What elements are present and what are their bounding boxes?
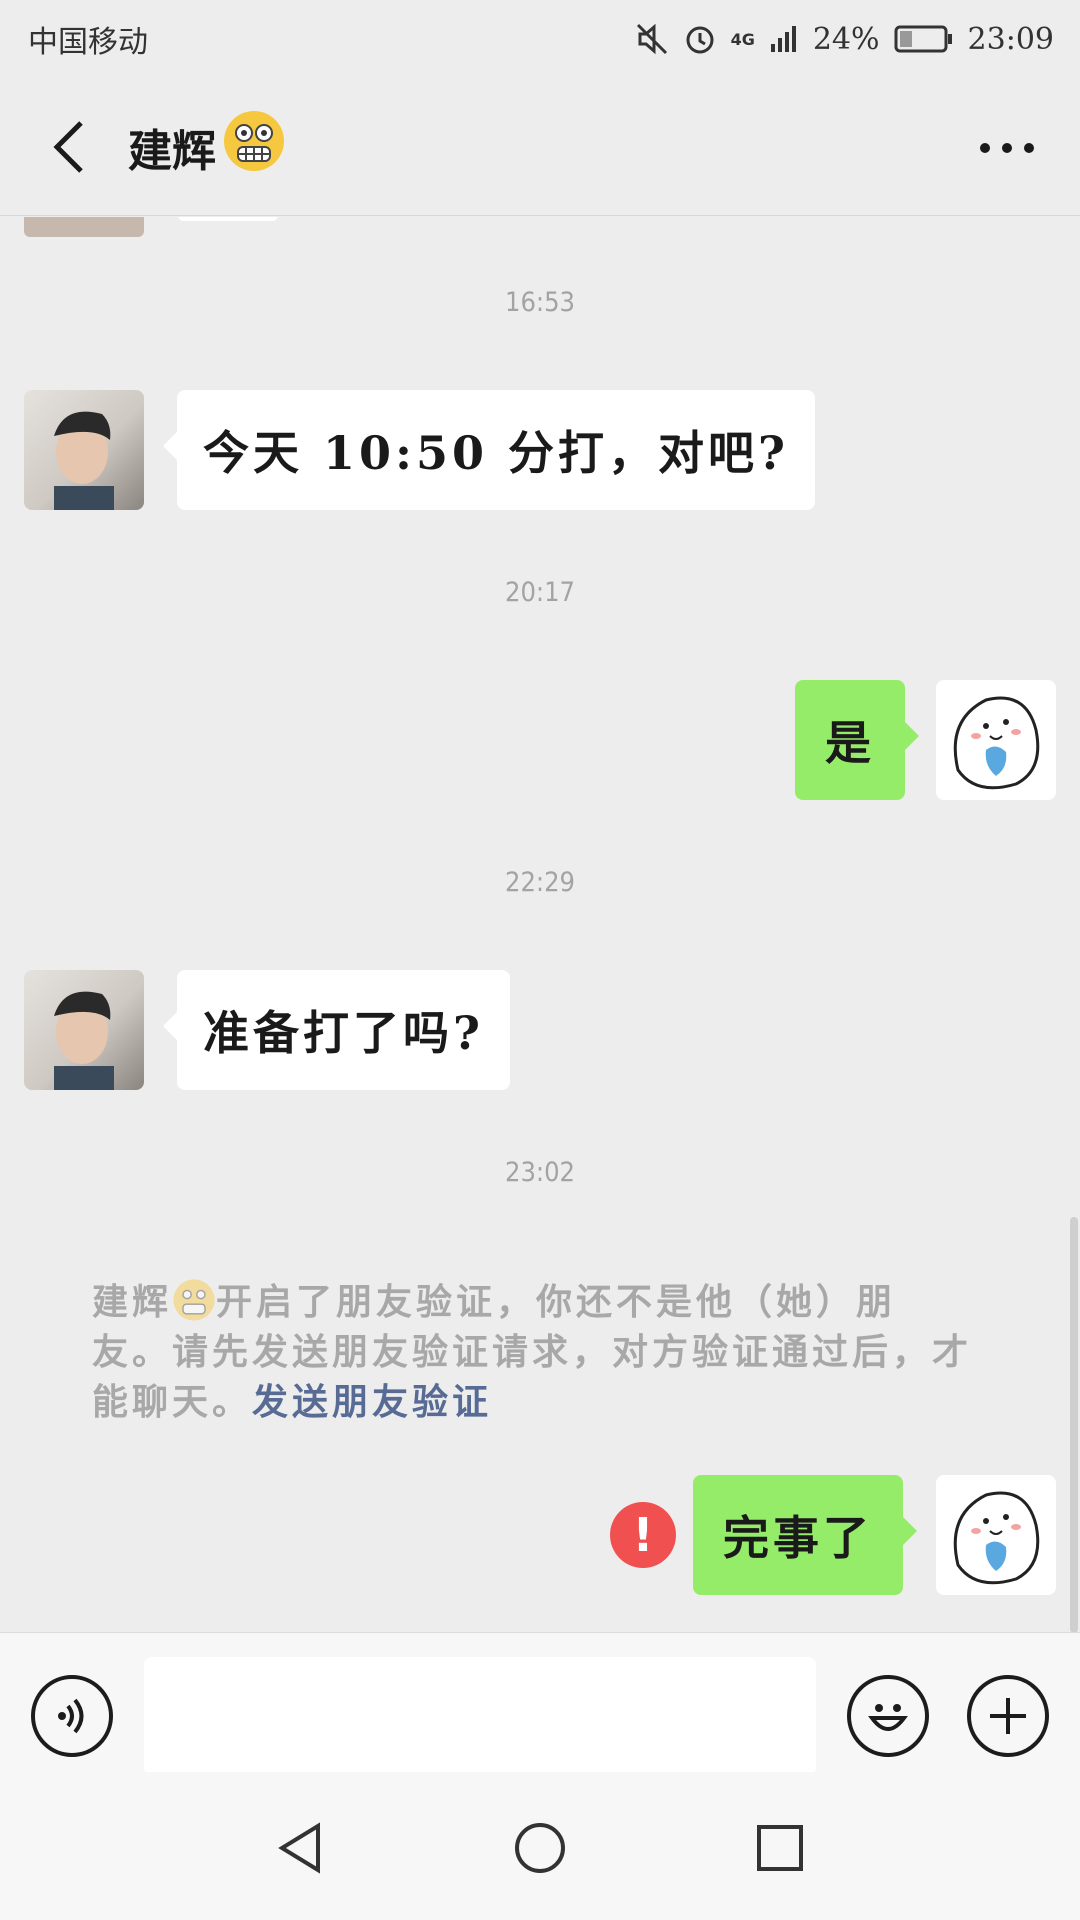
timestamp: 22:29: [505, 867, 575, 898]
input-bar: [0, 1632, 1080, 1775]
status-time: 23:09: [967, 21, 1054, 57]
grimacing-face-icon: [222, 109, 286, 184]
timestamp: 16:53: [505, 287, 575, 318]
back-chevron-icon[interactable]: [34, 112, 104, 182]
message-text: 是: [825, 716, 875, 770]
alarm-icon: [683, 22, 717, 56]
outgoing-message-bubble[interactable]: 完事了: [693, 1475, 917, 1595]
status-bar: 中国移动 4G 24% 23:09: [0, 0, 1080, 78]
nav-recents-icon[interactable]: [740, 1808, 820, 1888]
nav-home-icon[interactable]: [500, 1808, 580, 1888]
battery-icon: [894, 24, 954, 54]
nav-back-icon[interactable]: [260, 1808, 340, 1888]
system-text: 开启了朋友验证，你还不是他（她）朋友。请先发送朋友验证请求，对方验证通过后，才能…: [92, 1281, 973, 1423]
emoji-icon[interactable]: [847, 1675, 929, 1757]
partial-bubble: [178, 217, 278, 221]
plus-icon[interactable]: [967, 1675, 1049, 1757]
status-indicators: 4G 24% 23:09: [635, 22, 1054, 57]
voice-icon[interactable]: [31, 1675, 113, 1757]
system-nav-bar: [0, 1772, 1080, 1920]
contact-name: 建辉: [128, 125, 216, 177]
message-text: 准备打了吗?: [203, 1006, 484, 1060]
send-failed-icon[interactable]: !: [610, 1502, 676, 1568]
more-dots-icon[interactable]: [972, 118, 1042, 178]
chat-area[interactable]: 16:53 今天 10:50 分打，对吧? 20:17 是 22:29 准备打了…: [0, 217, 1080, 1633]
timestamp: 20:17: [505, 577, 575, 608]
chat-header: 建辉: [0, 78, 1080, 216]
avatar[interactable]: [936, 680, 1056, 800]
signal-icon: [769, 24, 799, 54]
mute-icon: [635, 22, 669, 56]
network-label: 4G: [730, 29, 755, 49]
send-verification-link[interactable]: 发送朋友验证: [252, 1381, 492, 1423]
carrier-label: 中国移动: [28, 25, 148, 60]
system-contact-name: 建辉: [92, 1281, 173, 1323]
message-input[interactable]: [144, 1657, 816, 1775]
outgoing-message-bubble[interactable]: 是: [795, 680, 919, 800]
scrollbar[interactable]: [1070, 1217, 1078, 1633]
message-text: 今天 10:50 分打，对吧?: [203, 426, 789, 480]
battery-percent: 24%: [812, 21, 880, 57]
grimacing-face-icon: [173, 1279, 215, 1321]
incoming-message-bubble[interactable]: 今天 10:50 分打，对吧?: [163, 390, 815, 510]
timestamp: 23:02: [505, 1157, 575, 1188]
avatar[interactable]: [936, 1475, 1056, 1595]
system-notice: 建辉 开启了朋友验证，你还不是他（她）朋友。请先发送朋友验证请求，对方验证通过后，…: [92, 1277, 972, 1427]
partial-avatar: [24, 217, 144, 237]
avatar[interactable]: [24, 970, 144, 1090]
incoming-message-bubble[interactable]: 准备打了吗?: [163, 970, 510, 1090]
page-title: 建辉: [128, 109, 286, 184]
message-text: 完事了: [723, 1511, 873, 1565]
avatar[interactable]: [24, 390, 144, 510]
